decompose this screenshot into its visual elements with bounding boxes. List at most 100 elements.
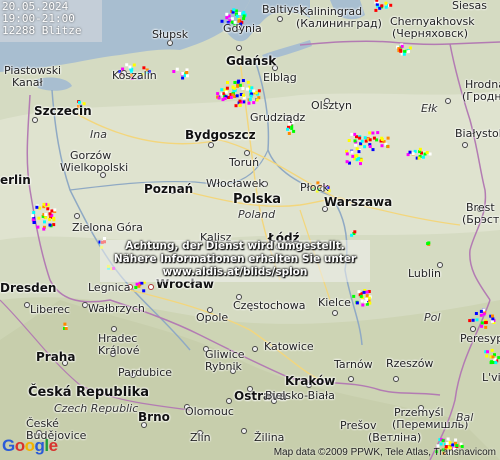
city-dot [462,142,468,148]
lightning-strike [355,147,359,151]
lightning-strike [63,322,67,326]
lightning-strike [53,208,57,212]
lightning-strike [355,301,359,305]
lightning-strike [246,80,250,84]
city-dot [277,16,283,22]
lightning-strike [368,131,372,135]
lightning-strike [468,319,472,323]
label-zielona-gora: Zielona Góra [72,221,143,234]
lightning-strike [353,132,357,136]
label-brest-cyr: (Брэст) [462,213,500,226]
lightning-strike [355,154,359,158]
lightning-strike [226,81,229,84]
lightning-strike [368,138,372,142]
lightning-strike [479,309,483,313]
lightning-strike [32,211,36,214]
lightning-strike [225,12,229,16]
lightning-strike [48,212,52,216]
lightning-strike [445,442,449,445]
lightning-strike [380,4,384,8]
lightning-strike [236,83,240,87]
lightning-strike [490,360,494,364]
label-peresyp: Peresyp [460,332,500,345]
lightning-strike [242,14,246,18]
label-olsztyn: Olsztyn [311,99,353,112]
city-dot [348,376,354,382]
lightning-strike [43,220,46,224]
lightning-strike [480,324,484,328]
lightning-strike [48,217,52,221]
lightning-strike [446,437,450,441]
lightning-strike [428,152,432,156]
lightning-strike [290,126,294,130]
label-poland: Poland [238,208,276,221]
label-wielkopolski: Wielkopolski [60,161,129,174]
lightning-strike [52,218,56,222]
lightning-strike [44,216,48,220]
lightning-strike [237,79,241,83]
lightning-strike [365,290,369,294]
label-ceska-republika: Česká Republika [28,385,150,400]
city-dot [74,213,80,219]
label-lublin: Lublin [408,267,441,280]
lightning-strike [380,144,384,148]
lightning-strike [406,50,410,54]
label-rybnik: Rybnik [205,360,242,373]
label-rzeszow: Rzeszów [386,357,434,370]
lightning-strike [375,0,379,2]
lightning-strike [364,300,368,304]
lightning-strike [142,289,146,293]
lightning-strike [494,361,498,365]
label-kaliningrad-cyr: (Калининград) [296,17,382,30]
label-poznan: Poznań [144,182,194,196]
label-opole: Opole [196,311,229,324]
notice-line-1: Achtung, der Dienst wird umgestellt. [125,240,345,252]
lightning-strike [36,225,40,229]
lightning-strike [286,127,290,131]
google-logo[interactable]: Google [2,436,58,456]
label-krakow: Kraków [285,374,336,388]
info-strike-count: 12288 Blitze [2,24,82,37]
lightning-strike [359,162,362,166]
label-dresden: Dresden [0,281,57,295]
lightning-strike [484,321,487,325]
label-kralove: Králové [98,344,140,357]
lightning-strike [386,145,390,149]
lightning-strike [250,86,254,90]
city-dot [332,310,338,316]
city-dot [252,346,258,352]
label-kielce: Kielce [318,296,351,309]
lightning-strike [31,218,35,222]
lightning-strike [249,94,253,98]
label-liberec: Liberec [30,303,71,316]
lightning-strike [230,17,234,21]
notice-line-3[interactable]: www.aldis.at/blids/splon [100,266,370,279]
label-olomouc: Olomouc [185,405,234,418]
label-warszawa: Warszawa [324,195,393,209]
label-baltiysk: Baltiysk [262,3,306,16]
lightning-strike [360,158,364,162]
lightning-strike [363,136,367,140]
map-canvas[interactable]: Baltiysk Kaliningrad (Калининград) Chern… [0,0,500,460]
lightning-strike [52,223,56,227]
lightning-strike [135,282,139,286]
label-czech-republic: Czech Republic [54,402,139,415]
label-tarnow: Tarnów [334,358,373,371]
lightning-strike [368,145,372,148]
lightning-strike [31,214,35,218]
lightning-strike [357,290,361,294]
city-dot [393,376,399,382]
lightning-strike [224,90,228,94]
lightning-strike [386,136,390,140]
label-czestochowa: Częstochowa [233,299,306,312]
city-dot [208,142,214,148]
lightning-strike [345,152,349,156]
lightning-strike [480,321,484,325]
label-walbrzych: Wałbrzych [88,302,145,315]
label-ina: Ina [90,128,107,141]
lightning-strike [491,314,494,318]
label-elblag: Elbląg [263,71,297,84]
notice-line-2: Nähere Informationen erhalten Sie unter [113,253,357,265]
label-siesas: Siesas [452,0,488,12]
label-zilina: Žilina [254,431,285,444]
